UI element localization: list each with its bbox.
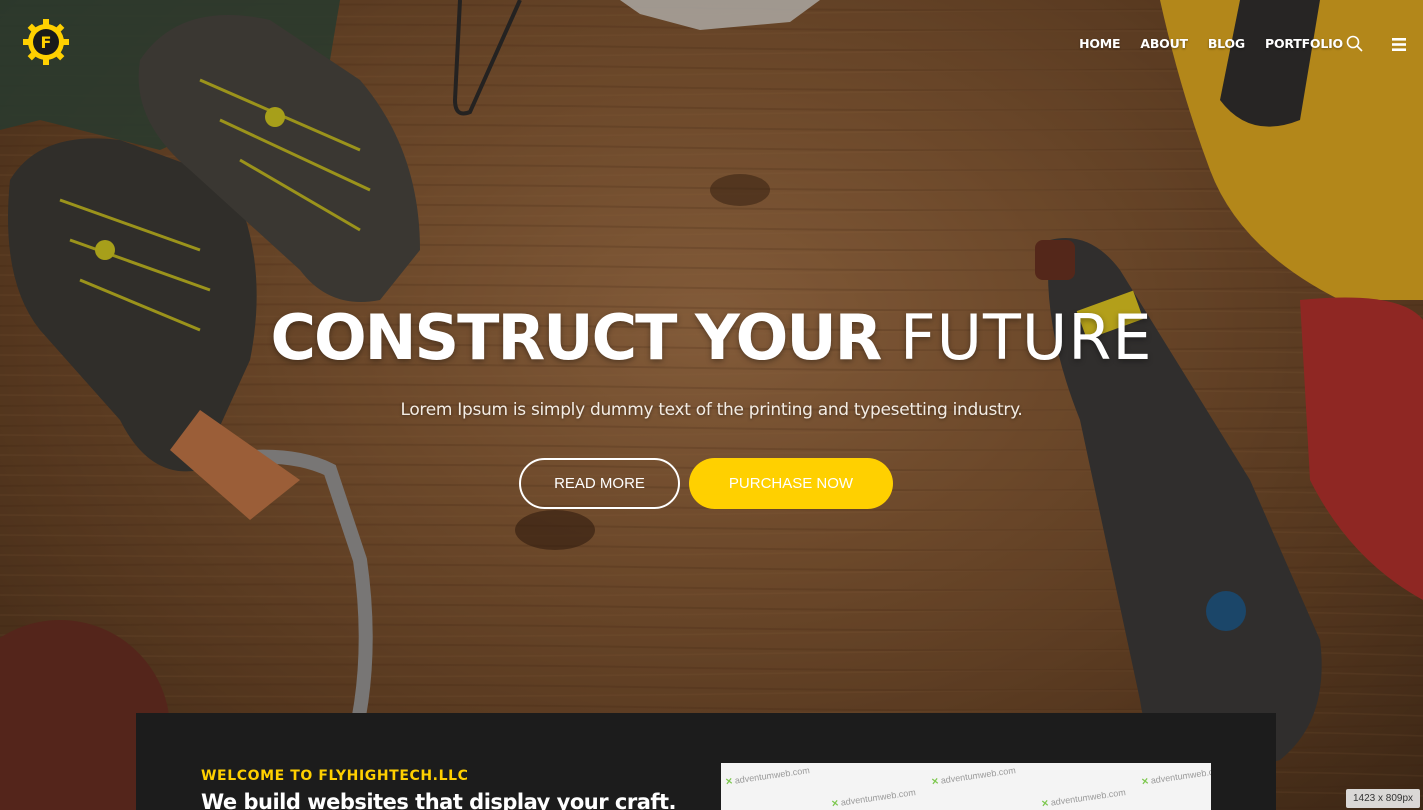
watermark-text: ✕adventumweb.com: [830, 787, 917, 809]
svg-text:F: F: [41, 33, 52, 52]
hero-headline-bold: CONSTRUCT YOUR: [270, 301, 882, 374]
brand-logo[interactable]: F: [23, 19, 69, 65]
main-nav: HOME ABOUT BLOG PORTFOLIO: [1079, 36, 1343, 51]
hero-headline-thin: FUTURE: [900, 301, 1153, 374]
watermark-text: ✕adventumweb.com: [724, 765, 811, 787]
hero-headline: CONSTRUCT YOUR FUTURE: [0, 298, 1423, 378]
welcome-image: ✕adventumweb.com ✕adventumweb.com ✕adven…: [721, 763, 1211, 810]
nav-item-about[interactable]: ABOUT: [1140, 36, 1188, 51]
nav-item-blog[interactable]: BLOG: [1208, 36, 1245, 51]
hamburger-icon[interactable]: [1392, 38, 1406, 51]
size-badge: 1423 x 809px: [1346, 789, 1420, 808]
welcome-eyebrow: WELCOME TO FLYHIGHTECH.LLC: [201, 768, 469, 784]
nav-item-portfolio[interactable]: PORTFOLIO: [1265, 36, 1343, 51]
purchase-now-button[interactable]: PURCHASE NOW: [689, 458, 893, 509]
read-more-button[interactable]: READ MORE: [519, 458, 680, 509]
watermark-text: ✕adventumweb.com: [930, 765, 1017, 787]
nav-item-home[interactable]: HOME: [1079, 36, 1120, 51]
search-icon[interactable]: [1346, 35, 1364, 53]
welcome-panel: WELCOME TO FLYHIGHTECH.LLC We build webs…: [136, 713, 1276, 810]
hero-subline: Lorem Ipsum is simply dummy text of the …: [400, 400, 1023, 420]
watermark-text: ✕adventumweb.com: [1140, 765, 1211, 787]
watermark-text: ✕adventumweb.com: [1040, 787, 1127, 809]
welcome-title: We build websites that display your craf…: [201, 790, 677, 810]
